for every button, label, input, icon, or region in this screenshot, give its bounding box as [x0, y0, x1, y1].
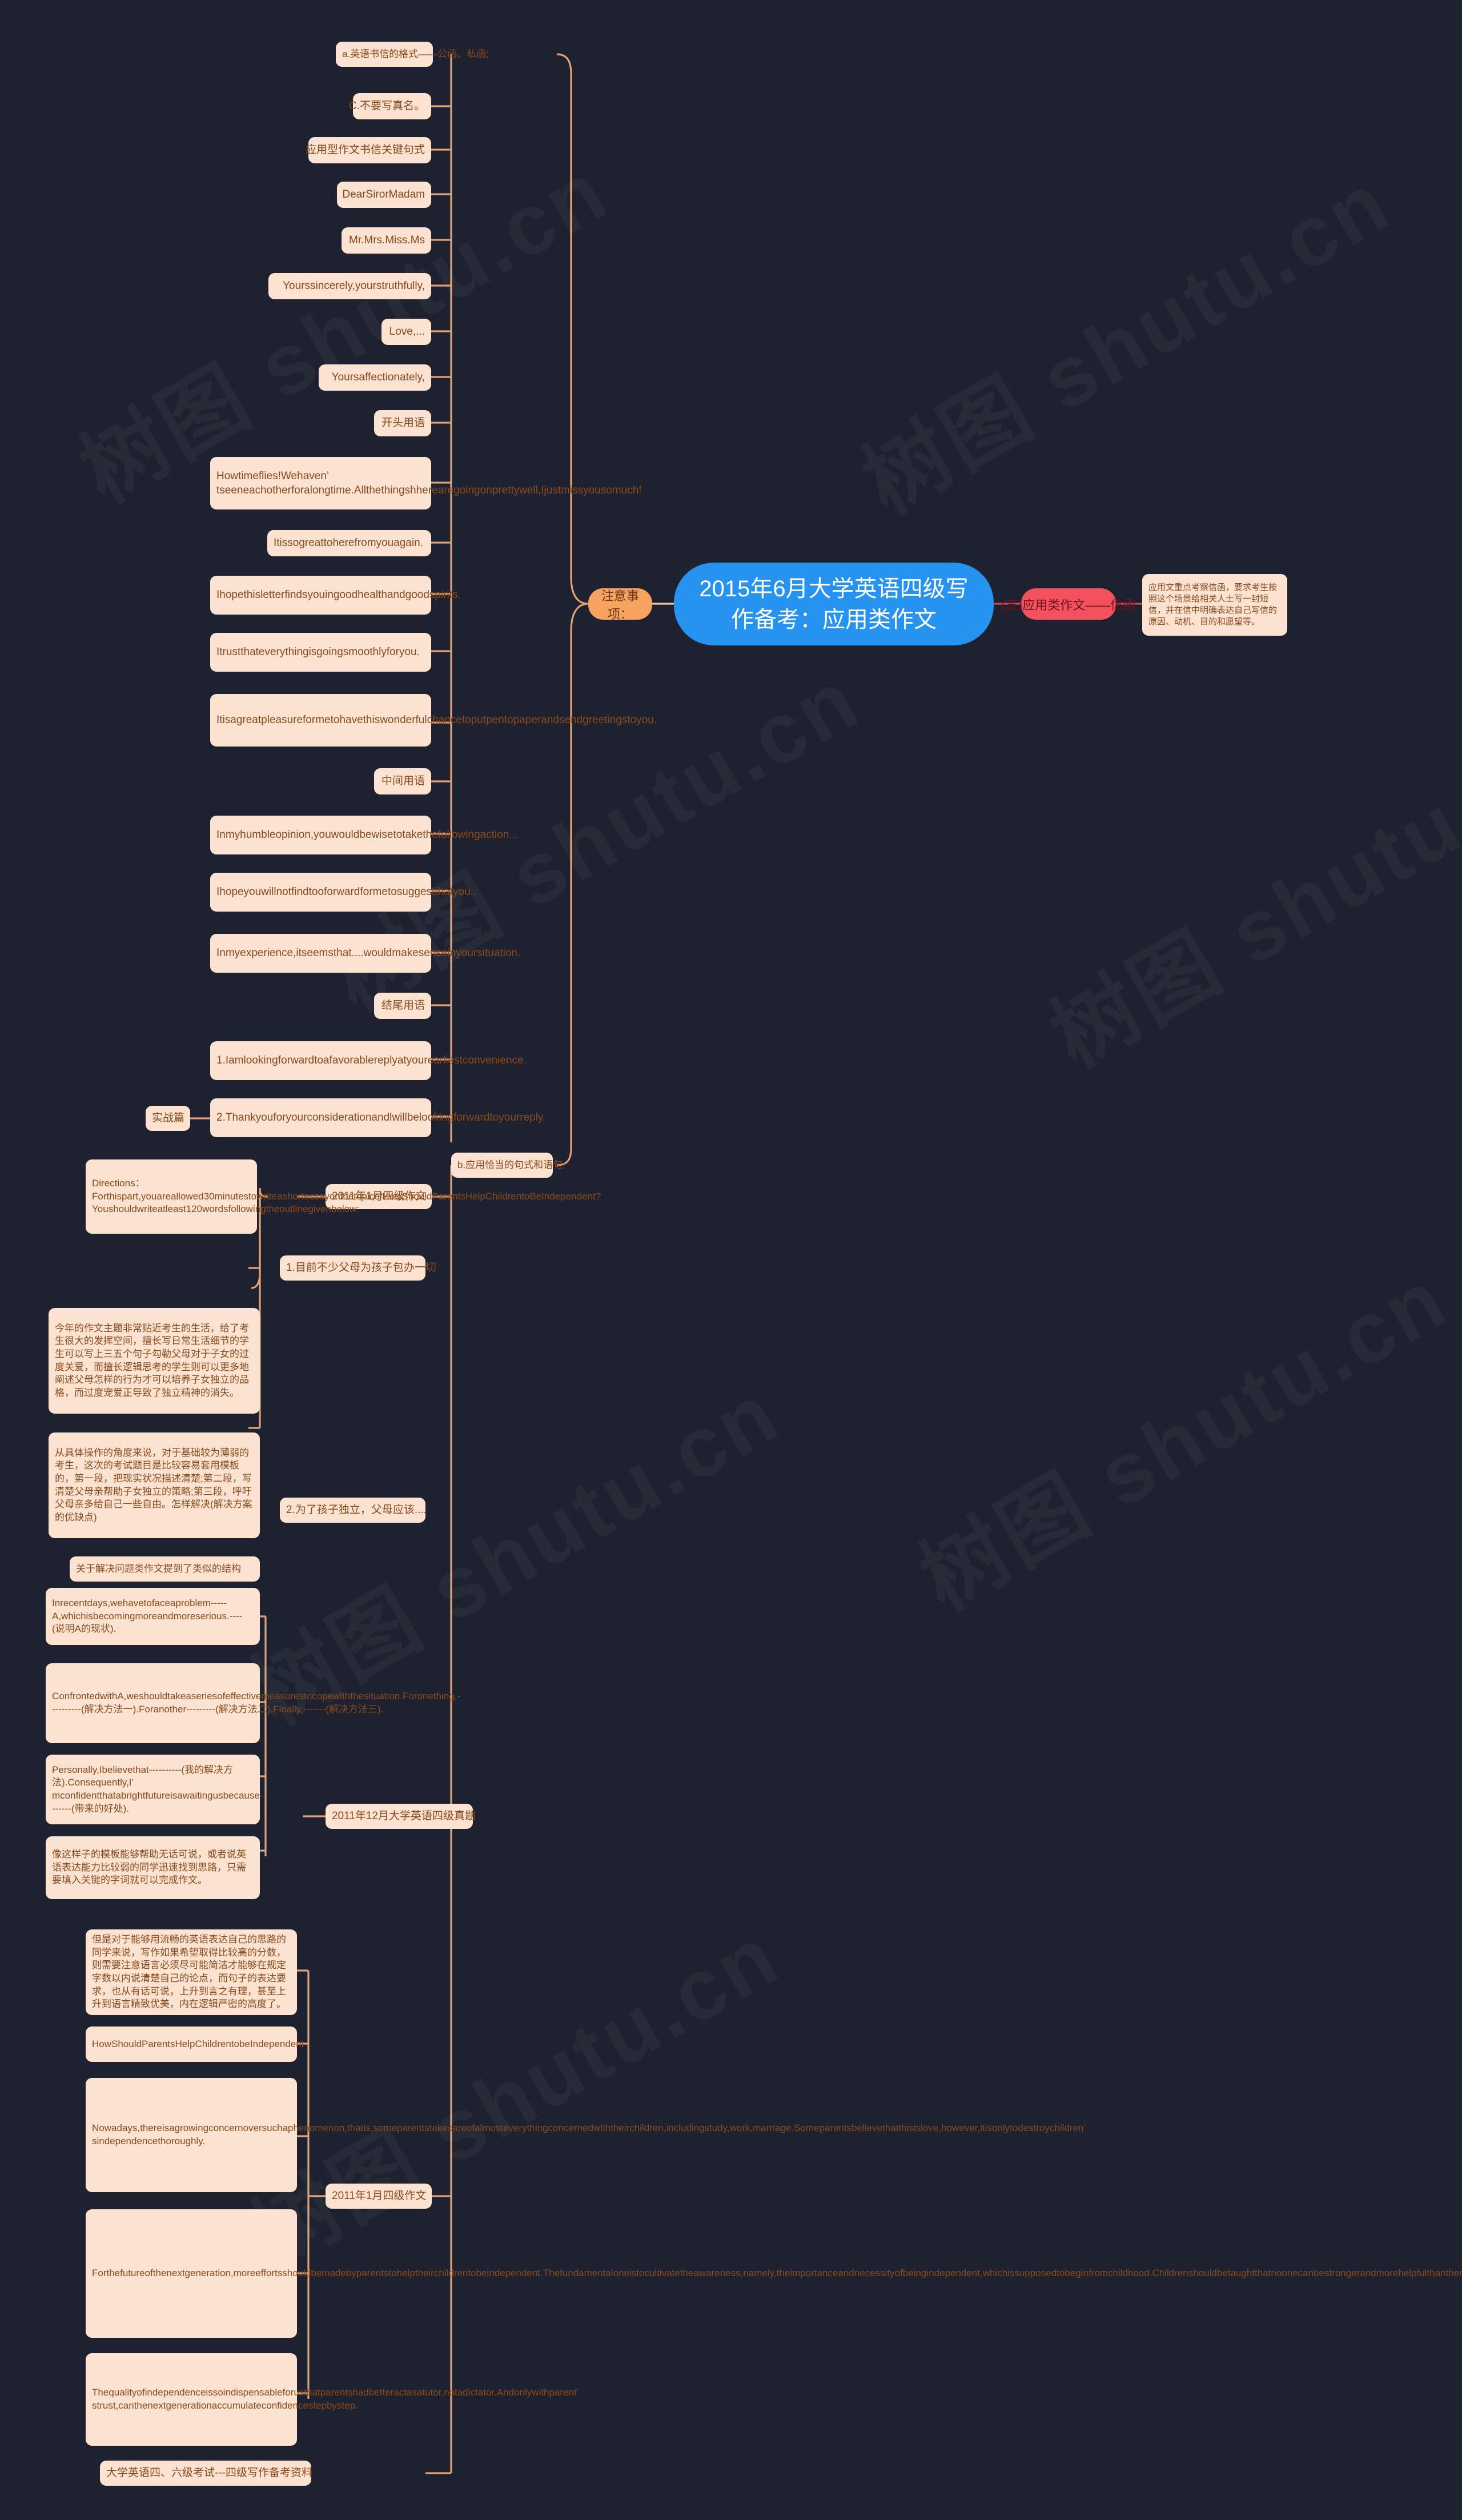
list-item[interactable]: 1.Iamlookingforwardtoafavorablereplyatyo…: [210, 1041, 527, 1080]
list-item[interactable]: Yoursaffectionately,: [319, 364, 431, 391]
sub-branch-sentences[interactable]: b.应用恰当的句式和语句;: [451, 1153, 565, 1178]
list-item[interactable]: 结尾用语: [374, 993, 431, 1019]
watermark: 树图 shutu.cn: [837, 135, 1409, 537]
list-item[interactable]: Itrustthateverythingisgoingsmoothlyforyo…: [210, 633, 431, 672]
list-item[interactable]: DearSirorMadam: [337, 182, 431, 208]
list-item[interactable]: Itissogreattoherefromyouagain.: [267, 530, 431, 556]
list-item[interactable]: Mr.Mrs.Miss.Ms: [342, 227, 431, 254]
watermark: 树图 shutu.cn: [226, 1346, 798, 1748]
list-item[interactable]: 2.Thankyouforyourconsiderationandlwillbe…: [210, 1098, 545, 1137]
list-item[interactable]: Yourssincerely,yourstruthfully,: [268, 273, 431, 299]
root-node[interactable]: 2015年6月大学英语四级写作备考：应用类作文: [674, 563, 994, 645]
exam-2011-12[interactable]: 2011年12月大学英语四级真题: [326, 1804, 476, 1829]
list-item[interactable]: Personally,Ibelievethat----------(我的解决方法…: [46, 1755, 263, 1824]
list-item[interactable]: 中间用语: [374, 768, 431, 794]
list-item[interactable]: 1.目前不少父母为孩子包办一切: [280, 1255, 436, 1281]
list-item[interactable]: Nowadays,thereisagrowingconcernoversucha…: [86, 2078, 1086, 2192]
list-item[interactable]: 2.为了孩子独立，父母应该....: [280, 1498, 427, 1523]
list-item[interactable]: ConfrontedwithA,weshouldtakeaseriesofeff…: [46, 1663, 460, 1743]
list-item[interactable]: Inmyhumbleopinion,youwouldbewisetotaketh…: [210, 816, 518, 854]
list-item[interactable]: 应用型作文书信关键句式: [306, 137, 431, 163]
applied-letter-description[interactable]: 应用文重点考察信函，要求考生按照这个场景给相关人士写一封短信，并在信中明确表达自…: [1142, 574, 1287, 636]
list-item[interactable]: C.不要写真名。: [349, 93, 431, 119]
list-item[interactable]: Ihopeyouwillnotfindtooforwardformetosugg…: [210, 873, 476, 912]
list-item[interactable]: 像这样子的模板能够帮助无话可说，或者说英语表达能力比较弱的同学迅速找到思路，只需…: [46, 1836, 260, 1899]
bottom-label[interactable]: 大学英语四、六级考试---四级写作备考资料: [100, 2461, 312, 2486]
list-item[interactable]: Thequalityofindependenceissoindispensabl…: [86, 2353, 579, 2446]
section-practice[interactable]: 实战篇: [146, 1106, 190, 1131]
list-item[interactable]: 今年的作文主题非常贴近考生的生活，给了考生很大的发挥空间，擅长写日常生活细节的学…: [49, 1308, 260, 1414]
list-item[interactable]: 开头用语: [374, 410, 431, 436]
sub-branch-letter-format[interactable]: a.英语书信的格式——公函、私函;: [336, 42, 489, 67]
list-item[interactable]: Inrecentdays,wehavetofaceaproblem-----A,…: [46, 1588, 260, 1645]
branch-notes[interactable]: 注意事项：: [588, 588, 652, 621]
list-item[interactable]: Forthefutureofthenextgeneration,moreeffo…: [86, 2209, 1462, 2338]
list-item[interactable]: Itisagreatpleasureformetohavethiswonderf…: [210, 694, 657, 747]
list-item[interactable]: Howtimeflies!Wehaven’ tseeneachotherfora…: [210, 457, 642, 509]
list-item[interactable]: Directions：Forthispart,youareallowed30mi…: [86, 1159, 601, 1234]
watermark: 树图 shutu.cn: [226, 1888, 798, 2290]
exam-2011-01-b[interactable]: 2011年1月四级作文: [326, 2184, 432, 2209]
list-item[interactable]: 从具体操作的角度来说，对于基础较为薄弱的考生，这次的考试题目是比较容易套用模板的…: [49, 1432, 260, 1538]
watermark: 树图 shutu.cn: [1025, 689, 1462, 1091]
list-item[interactable]: 但是对于能够用流畅的英语表达自己的思路的同学来说，写作如果希望取得比较高的分数，…: [86, 1929, 297, 2015]
list-item[interactable]: HowShouldParentsHelpChildrentobeIndepend…: [86, 2027, 304, 2062]
list-item[interactable]: Ihopethisletterfindsyouingoodhealthandgo…: [210, 576, 461, 615]
watermark: 树图 shutu.cn: [894, 1231, 1462, 1634]
branch-applied-letter[interactable]: (五)应用类作文——信函: [1002, 588, 1135, 620]
mindmap-canvas: 树图 shutu.cn 树图 shutu.cn 树图 shutu.cn 树图 s…: [0, 0, 1462, 2520]
list-item[interactable]: Love,...: [381, 319, 431, 345]
list-item[interactable]: 关于解决问题类作文提到了类似的结构: [70, 1556, 260, 1582]
list-item[interactable]: Inmyexperience,itseemsthat....wouldmakes…: [210, 934, 520, 973]
